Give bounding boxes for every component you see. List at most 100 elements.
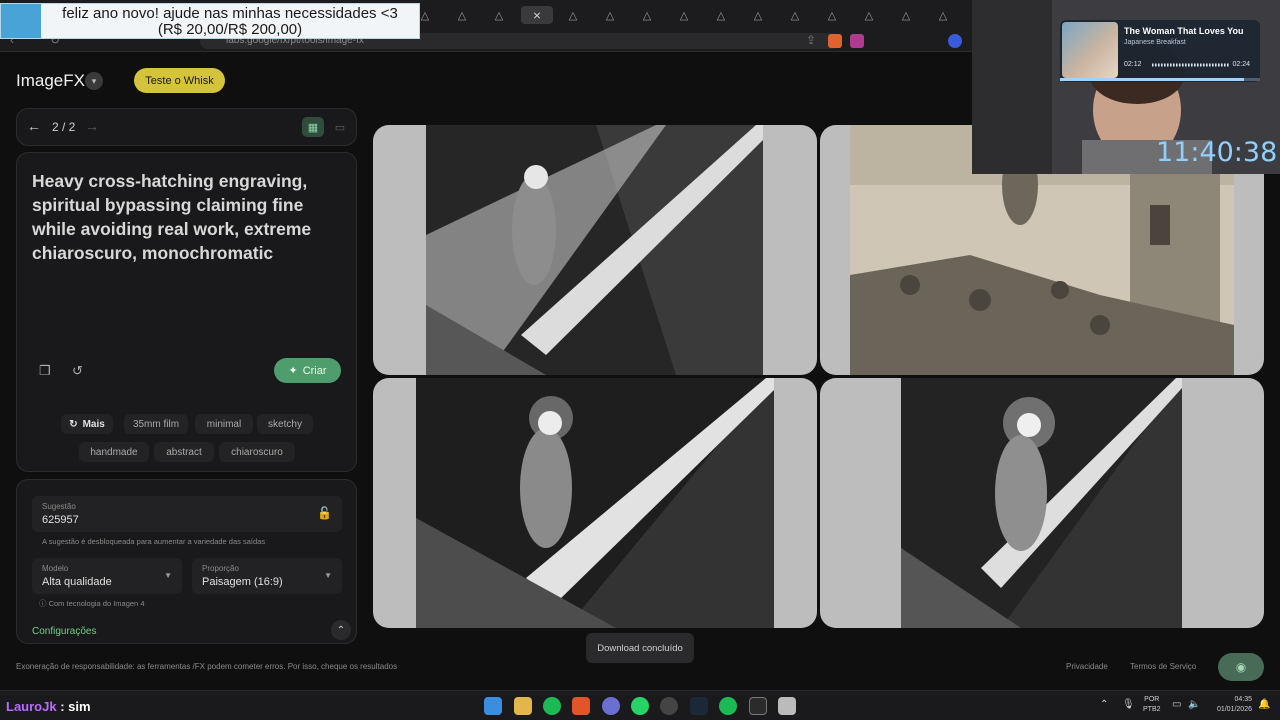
rewards-icon[interactable]	[850, 34, 864, 48]
browser-tab[interactable]: △	[817, 6, 847, 24]
tray-chevron-icon[interactable]: ⌃	[1100, 699, 1108, 710]
generated-image-1	[426, 125, 763, 375]
waveform-bar	[1164, 63, 1166, 67]
model-dropdown[interactable]: Modelo Alta qualidade ▼	[32, 558, 182, 594]
app-icon[interactable]	[749, 697, 767, 715]
donation-banner: feliz ano novo! ajude nas minhas necessi…	[0, 3, 420, 39]
tech-note-text: Com tecnologia do Imagen 4	[48, 599, 145, 608]
browser-tab[interactable]: ⨯	[521, 6, 553, 24]
ratio-label: Proporção	[202, 564, 239, 573]
browser-tab[interactable]: △	[669, 6, 699, 24]
speaker-icon[interactable]: 🔈	[1188, 699, 1200, 710]
reset-icon[interactable]: ↺	[72, 363, 83, 379]
tray-language[interactable]: POR PTB2	[1143, 695, 1161, 715]
browser-tab[interactable]: △	[780, 6, 810, 24]
spotify-icon[interactable]	[543, 697, 561, 715]
extension-icon[interactable]	[948, 34, 962, 48]
disclaimer: Exoneração de responsabilidade: as ferra…	[16, 662, 398, 671]
screen: △△△⨯△△△△△△△△△△△△△△△△ ‹ ↻ labs.google/fx/…	[0, 0, 1280, 720]
time-elapsed: 02:12	[1124, 61, 1142, 68]
browser-tab[interactable]: △	[891, 6, 921, 24]
chip-label: Mais	[82, 418, 105, 430]
feedback-fab[interactable]: ◉	[1218, 653, 1264, 681]
image-card-1[interactable]	[373, 125, 817, 375]
browser-tab[interactable]: △	[484, 6, 514, 24]
expand-icon[interactable]: ⌃	[331, 620, 351, 640]
tray-clock[interactable]: 04:35 01/01/2026	[1210, 695, 1252, 715]
waveform-bar	[1176, 63, 1178, 67]
discord-icon[interactable]	[602, 697, 620, 715]
browser-tab[interactable]: △	[595, 6, 625, 24]
start-icon[interactable]	[484, 697, 502, 715]
brave-icon[interactable]	[572, 697, 590, 715]
grid-view-icon[interactable]: ▦	[302, 117, 324, 137]
taskbar: LauroJk : sim ⌃ 🎙 POR PTB2 ▭ 🔈 04:35 01/…	[0, 690, 1280, 720]
network-icon[interactable]: ▭	[1172, 699, 1181, 710]
aspect-ratio-dropdown[interactable]: Proporção Paisagem (16:9) ▼	[192, 558, 342, 594]
chip-more[interactable]: ↻ Mais	[61, 414, 113, 434]
browser-tab[interactable]: △	[558, 6, 588, 24]
microphone-icon[interactable]: 🎙	[1122, 699, 1135, 710]
chip-abstract[interactable]: abstract	[154, 442, 214, 462]
now-playing-widget: The Woman That Loves You Japanese Breakf…	[1060, 20, 1260, 82]
prompt-textarea[interactable]: Heavy cross-hatching engraving, spiritua…	[32, 169, 347, 265]
chip-35mm-film[interactable]: 35mm film	[124, 414, 188, 434]
waveform-bar	[1161, 63, 1163, 67]
whisk-button[interactable]: Teste o Whisk	[134, 68, 225, 93]
navigation-panel: ← 2 / 2 → ▦ ▭	[16, 108, 357, 146]
waveform-bar	[1167, 63, 1169, 67]
chip-sketchy[interactable]: sketchy	[257, 414, 313, 434]
image-card-4[interactable]	[820, 378, 1264, 628]
browser-tab[interactable]: △	[632, 6, 662, 24]
notification-icon[interactable]: 🔔	[1258, 699, 1270, 710]
waveform-bar	[1191, 63, 1193, 67]
waveform-bar	[1188, 63, 1190, 67]
unlock-icon[interactable]: 🔓	[317, 506, 332, 520]
settings-panel: Sugestão 625957 🔓 A sugestão é desbloque…	[16, 479, 357, 644]
waveform-bar	[1197, 63, 1199, 67]
browser-tab[interactable]: △	[928, 6, 958, 24]
browser-tab[interactable]: △	[854, 6, 884, 24]
forward-arrow-icon[interactable]: →	[85, 118, 99, 134]
spotify-alt-icon[interactable]	[719, 697, 737, 715]
steam-icon[interactable]	[690, 697, 708, 715]
chip-minimal[interactable]: minimal	[195, 414, 253, 434]
seed-label: Sugestão	[42, 502, 76, 511]
album-art	[1062, 22, 1118, 78]
browser-tab[interactable]: △	[447, 6, 477, 24]
waveform-bar	[1206, 63, 1208, 67]
single-view-icon[interactable]: ▭	[330, 117, 350, 137]
terms-link[interactable]: Termos de Serviço	[1130, 662, 1196, 671]
seed-field[interactable]: Sugestão 625957 🔓	[32, 496, 342, 532]
chevron-down-icon: ▼	[164, 571, 172, 580]
browser-tab[interactable]: △	[743, 6, 773, 24]
settings-tab[interactable]: Configurações	[32, 626, 96, 637]
calculator-icon[interactable]	[778, 697, 796, 715]
waveform-bar	[1170, 63, 1172, 67]
waveform-bar	[1182, 63, 1184, 67]
back-arrow-icon[interactable]: ←	[27, 118, 41, 134]
file-explorer-icon[interactable]	[514, 697, 532, 715]
model-label: Modelo	[42, 564, 69, 573]
copy-icon[interactable]: ❐	[39, 363, 51, 379]
image-card-3[interactable]	[373, 378, 817, 628]
tray-lang-code: POR	[1144, 696, 1160, 703]
create-button-label: Criar	[302, 364, 327, 377]
generated-image-3	[416, 378, 774, 628]
whatsapp-icon[interactable]	[631, 697, 649, 715]
waveform-bar	[1209, 63, 1211, 67]
chip-handmade[interactable]: handmade	[79, 442, 149, 462]
chip-chiaroscuro[interactable]: chiaroscuro	[219, 442, 295, 462]
browser-tab[interactable]: △	[706, 6, 736, 24]
brave-shield-icon[interactable]	[828, 34, 842, 48]
privacy-link[interactable]: Privacidade	[1066, 662, 1108, 671]
feedback-icon: ◉	[1235, 660, 1247, 674]
playback-progress-fill	[1060, 78, 1244, 81]
obs-icon[interactable]	[660, 697, 678, 715]
create-button[interactable]: ✦ Criar	[274, 358, 341, 383]
waveform-bar	[1218, 63, 1220, 67]
donation-line-2: (R$ 20,00/R$ 200,00)	[157, 21, 303, 38]
app-menu-chevron-icon[interactable]: ▾	[85, 72, 103, 90]
share-icon[interactable]: ⇪	[806, 33, 816, 47]
prompt-panel: Heavy cross-hatching engraving, spiritua…	[16, 152, 357, 472]
